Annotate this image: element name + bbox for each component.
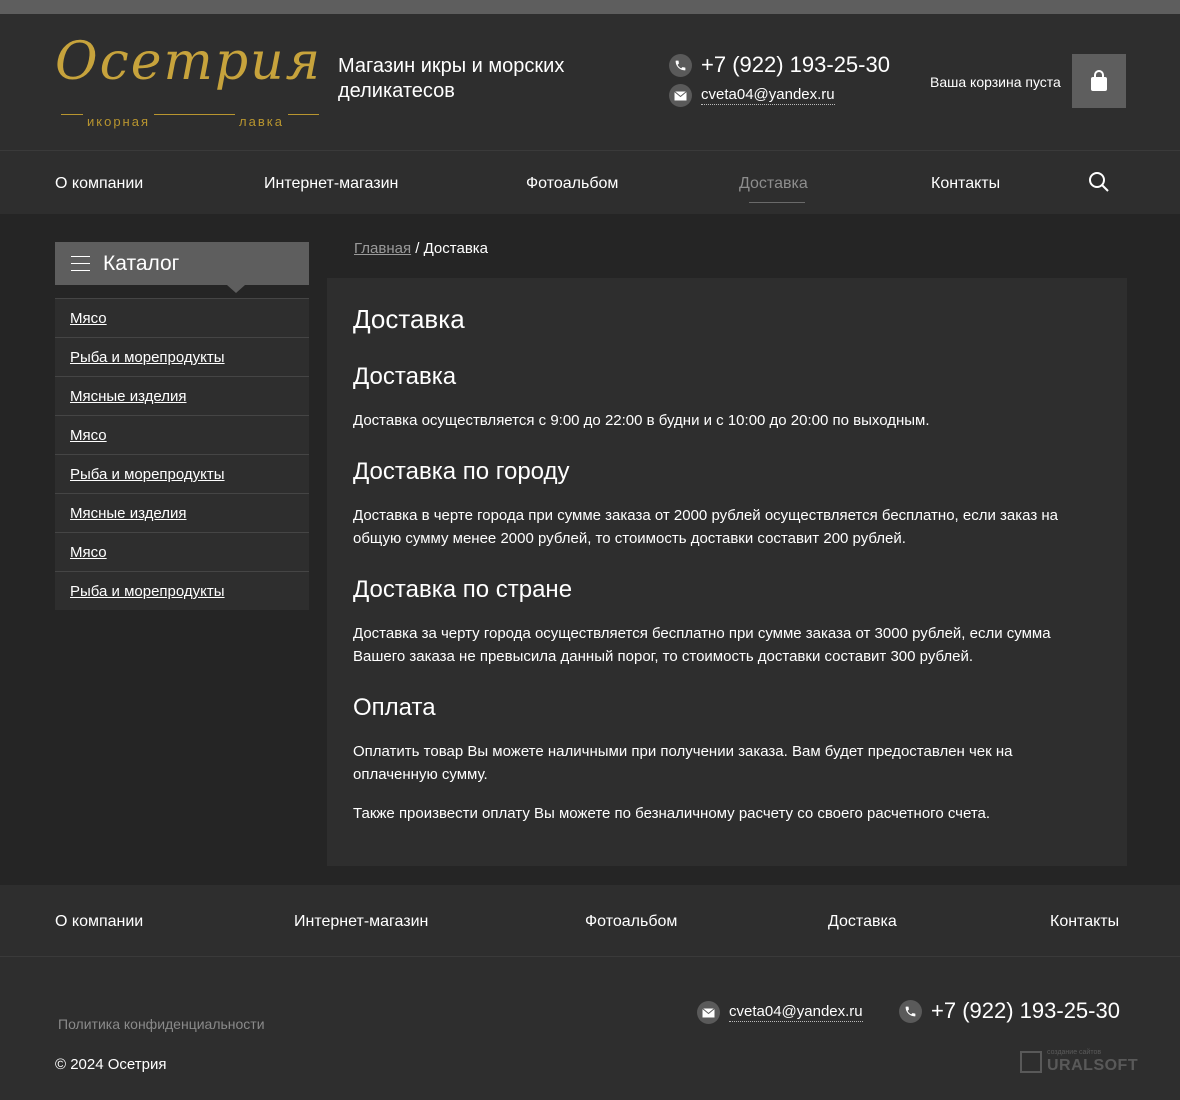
section-text: Также произвести оплату Вы можете по без… bbox=[353, 805, 991, 822]
catalog-link[interactable]: Мясо bbox=[70, 310, 107, 327]
catalog-link[interactable]: Мясо bbox=[70, 427, 107, 444]
section-heading: Доставка bbox=[353, 363, 457, 390]
phone-icon bbox=[669, 53, 692, 77]
catalog-link[interactable]: Рыба и морепродукты bbox=[70, 466, 225, 483]
list-item: Мясо bbox=[55, 532, 309, 571]
hamburger-icon bbox=[71, 256, 90, 271]
list-item: Мясные изделия bbox=[55, 493, 309, 532]
mail-icon bbox=[697, 1001, 720, 1024]
footer-divider bbox=[0, 956, 1180, 957]
nav-item-contacts[interactable]: Контакты bbox=[931, 175, 1000, 193]
breadcrumb: Главная / Доставка bbox=[354, 240, 488, 257]
logo-sub-right: лавка bbox=[235, 114, 288, 129]
footer-nav-about[interactable]: О компании bbox=[55, 913, 143, 931]
footer-nav-contacts[interactable]: Контакты bbox=[1050, 913, 1119, 931]
header-email-link[interactable]: cveta04@yandex.ru bbox=[701, 86, 835, 105]
section-heading: Оплата bbox=[353, 694, 436, 721]
footer-nav-shop[interactable]: Интернет-магазин bbox=[294, 913, 428, 931]
privacy-policy-link[interactable]: Политика конфиденциальности bbox=[58, 1016, 265, 1032]
footer-phone-link[interactable]: +7 (922) 193-25-30 bbox=[931, 998, 1120, 1024]
footer-email-link[interactable]: cveta04@yandex.ru bbox=[729, 1003, 863, 1022]
list-item: Мясо bbox=[55, 415, 309, 454]
developer-logo-icon bbox=[1020, 1051, 1042, 1073]
section-text: Доставка осуществляется с 9:00 до 22:00 … bbox=[353, 412, 930, 429]
section-text: Доставка за черту города осуществляется … bbox=[353, 625, 1051, 665]
footer-nav-photoalbum[interactable]: Фотоальбом bbox=[585, 913, 677, 931]
catalog-link[interactable]: Мясо bbox=[70, 544, 107, 561]
cart-button[interactable] bbox=[1072, 54, 1126, 108]
catalog-link[interactable]: Мясные изделия bbox=[70, 505, 186, 522]
footer-email-row: cveta04@yandex.ru bbox=[697, 1001, 863, 1024]
footer: О компании Интернет-магазин Фотоальбом Д… bbox=[0, 885, 1180, 1100]
phone-icon bbox=[899, 999, 922, 1023]
list-item: Мясные изделия bbox=[55, 376, 309, 415]
list-item: Рыба и морепродукты bbox=[55, 454, 309, 493]
main-nav: О компании Интернет-магазин Фотоальбом Д… bbox=[0, 150, 1180, 214]
search-icon bbox=[1089, 172, 1109, 192]
nav-active-underline bbox=[749, 202, 805, 203]
header-email-row: cveta04@yandex.ru bbox=[669, 84, 890, 107]
breadcrumb-separator: / bbox=[411, 240, 424, 257]
nav-item-shop[interactable]: Интернет-магазин bbox=[264, 175, 398, 193]
site-logo[interactable]: Осетрия икорная лавка bbox=[55, 32, 323, 132]
footer-phone-row: +7 (922) 193-25-30 bbox=[899, 998, 1120, 1024]
shopping-bag-icon bbox=[1091, 70, 1107, 91]
catalog-link[interactable]: Мясные изделия bbox=[70, 388, 186, 405]
catalog-link[interactable]: Рыба и морепродукты bbox=[70, 583, 225, 600]
header-phone-link[interactable]: +7 (922) 193-25-30 bbox=[701, 52, 890, 78]
site-tagline: Магазин икры и морских деликатесов bbox=[338, 55, 565, 102]
search-button[interactable] bbox=[1088, 171, 1112, 195]
catalog-arrow bbox=[227, 285, 245, 293]
page-title: Доставка bbox=[353, 304, 465, 334]
breadcrumb-home[interactable]: Главная bbox=[354, 240, 411, 257]
logo-sub-left: икорная bbox=[83, 114, 155, 129]
footer-nav-delivery[interactable]: Доставка bbox=[828, 913, 897, 931]
nav-item-about[interactable]: О компании bbox=[55, 175, 143, 193]
developer-logo[interactable]: создание сайтов URALSOFT bbox=[1020, 1049, 1138, 1077]
section-text: Оплатить товар Вы можете наличными при п… bbox=[353, 743, 1013, 783]
nav-item-delivery[interactable]: Доставка bbox=[739, 175, 808, 193]
mail-icon bbox=[669, 84, 692, 107]
logo-script: Осетрия bbox=[55, 32, 323, 92]
section-text: Доставка в черте города при сумме заказа… bbox=[353, 507, 1058, 547]
cart-status: Ваша корзина пуста bbox=[930, 74, 1061, 90]
main-content: Доставка Доставка Доставка осуществляетс… bbox=[327, 278, 1127, 866]
copyright: © 2024 Осетрия bbox=[55, 1056, 167, 1073]
catalog-link[interactable]: Рыба и морепродукты bbox=[70, 349, 225, 366]
header-phone-row: +7 (922) 193-25-30 bbox=[669, 52, 890, 78]
breadcrumb-current: Доставка bbox=[423, 240, 489, 257]
catalog-list: Мясо Рыба и морепродукты Мясные изделия … bbox=[55, 298, 309, 610]
list-item: Рыба и морепродукты bbox=[55, 571, 309, 610]
section-heading: Доставка по стране bbox=[353, 576, 573, 603]
header: Осетрия икорная лавка Магазин икры и мор… bbox=[0, 14, 1180, 150]
list-item: Рыба и морепродукты bbox=[55, 337, 309, 376]
nav-item-photoalbum[interactable]: Фотоальбом bbox=[526, 175, 618, 193]
top-bar bbox=[0, 0, 1180, 14]
developer-tagline: создание сайтов bbox=[1047, 1049, 1102, 1056]
catalog-title: Каталог bbox=[103, 252, 180, 275]
header-contacts: +7 (922) 193-25-30 cveta04@yandex.ru bbox=[669, 52, 890, 107]
list-item: Мясо bbox=[55, 298, 309, 337]
section-heading: Доставка по городу bbox=[353, 458, 570, 485]
developer-name: URALSOFT bbox=[1047, 1057, 1139, 1074]
catalog-header[interactable]: Каталог bbox=[55, 242, 309, 293]
